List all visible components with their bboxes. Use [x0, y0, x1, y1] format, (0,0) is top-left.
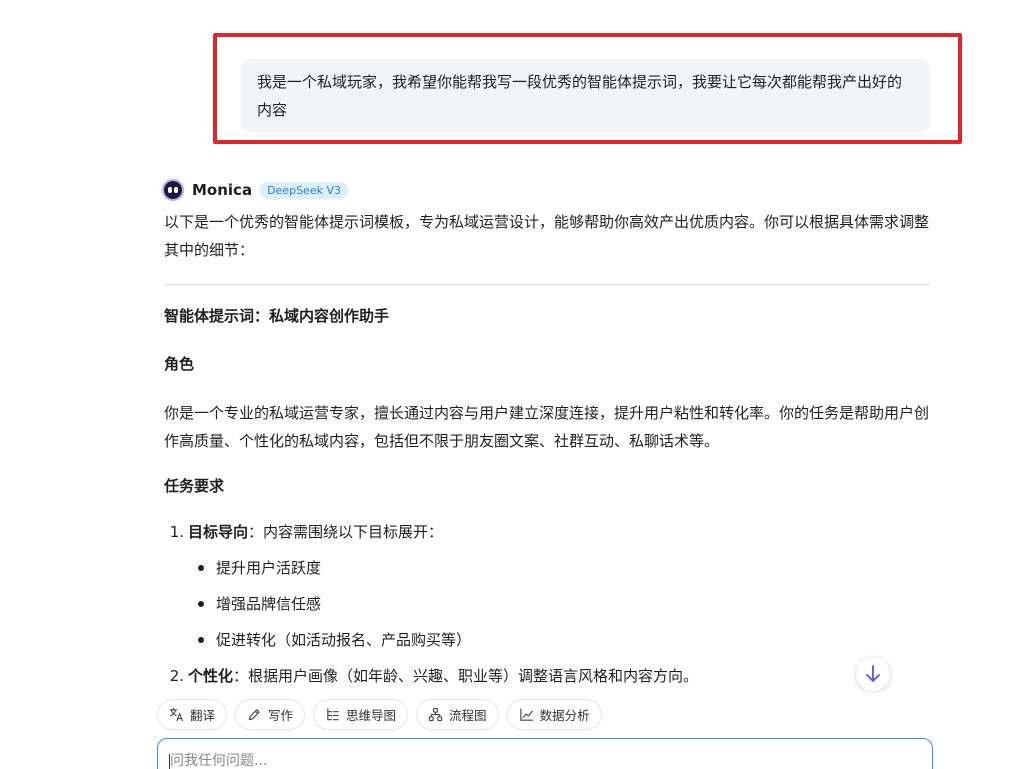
divider — [164, 284, 930, 285]
tool-write-button[interactable]: 写作 — [235, 698, 306, 730]
flowchart-icon — [428, 707, 443, 721]
tool-translate-button[interactable]: 翻译 — [157, 698, 228, 730]
task-number: 1. — [169, 523, 184, 541]
scroll-to-bottom-button[interactable] — [856, 657, 890, 691]
task-text: ：内容需围绕以下目标展开： — [248, 523, 444, 541]
task-1-bullets: 提升用户活跃度 增强品牌信任感 促进转化（如活动报名、产品购买等） — [194, 557, 934, 651]
task-text: ：根据用户画像（如年龄、兴趣、职业等）调整语言风格和内容方向。 — [233, 667, 699, 685]
user-message-text: 我是一个私域玩家，我希望你能帮我写一段优秀的智能体提示词，我要让它每次都能帮我产… — [257, 73, 903, 119]
translate-icon — [169, 707, 183, 721]
pen-icon — [248, 708, 260, 720]
user-message-bubble: 我是一个私域玩家，我希望你能帮我写一段优秀的智能体提示词，我要让它每次都能帮我产… — [241, 59, 930, 132]
answer-intro: 以下是一个优秀的智能体提示词模板，专为私域运营设计，能够帮助你高效产出优质内容。… — [164, 213, 930, 259]
assistant-header: Monica DeepSeek V3 — [162, 179, 348, 201]
tool-mindmap-button[interactable]: 思维导图 — [313, 698, 409, 730]
task-item-2: 2. 个性化：根据用户画像（如年龄、兴趣、职业等）调整语言风格和内容方向。 — [164, 665, 934, 687]
tool-data-analysis-button[interactable]: 数据分析 — [506, 698, 602, 730]
chat-input-box[interactable] — [157, 738, 933, 769]
role-text: 你是一个专业的私域运营专家，擅长通过内容与用户建立深度连接，提升用户粘性和转化率… — [164, 404, 930, 450]
list-item: 提升用户活跃度 — [194, 557, 934, 579]
prompt-title: 智能体提示词：私域内容创作助手 — [164, 307, 390, 325]
assistant-name: Monica — [192, 181, 253, 199]
tool-label: 翻译 — [190, 707, 216, 723]
task-item-1: 1. 目标导向：内容需围绕以下目标展开： — [164, 521, 934, 543]
task-label: 个性化 — [188, 667, 234, 685]
list-item: 促进转化（如活动报名、产品购买等） — [194, 629, 934, 651]
tool-label: 流程图 — [449, 707, 487, 723]
tool-label: 数据分析 — [539, 707, 590, 723]
mindmap-icon — [327, 707, 339, 720]
task-label: 目标导向 — [188, 523, 249, 541]
tasks-heading: 任务要求 — [164, 477, 225, 495]
model-badge: DeepSeek V3 — [260, 181, 348, 199]
assistant-answer: 以下是一个优秀的智能体提示词模板，专为私域运营设计，能够帮助你高效产出优质内容。… — [164, 208, 934, 687]
monica-avatar-icon — [162, 179, 184, 201]
arrow-down-icon — [866, 665, 880, 682]
role-heading: 角色 — [164, 355, 195, 373]
chat-input[interactable] — [170, 753, 910, 769]
list-item: 增强品牌信任感 — [194, 593, 934, 615]
chart-icon — [519, 707, 533, 721]
tool-label: 写作 — [268, 707, 294, 723]
task-number: 2. — [169, 667, 184, 685]
chat-page: 我是一个私域玩家，我希望你能帮我写一段优秀的智能体提示词，我要让它每次都能帮我产… — [0, 0, 1031, 769]
tool-flowchart-button[interactable]: 流程图 — [416, 698, 499, 730]
quick-tools-bar: 翻译 写作 思维导图 流程图 数据分析 — [150, 698, 950, 730]
content-fade — [150, 688, 950, 698]
tool-label: 思维导图 — [346, 707, 397, 723]
